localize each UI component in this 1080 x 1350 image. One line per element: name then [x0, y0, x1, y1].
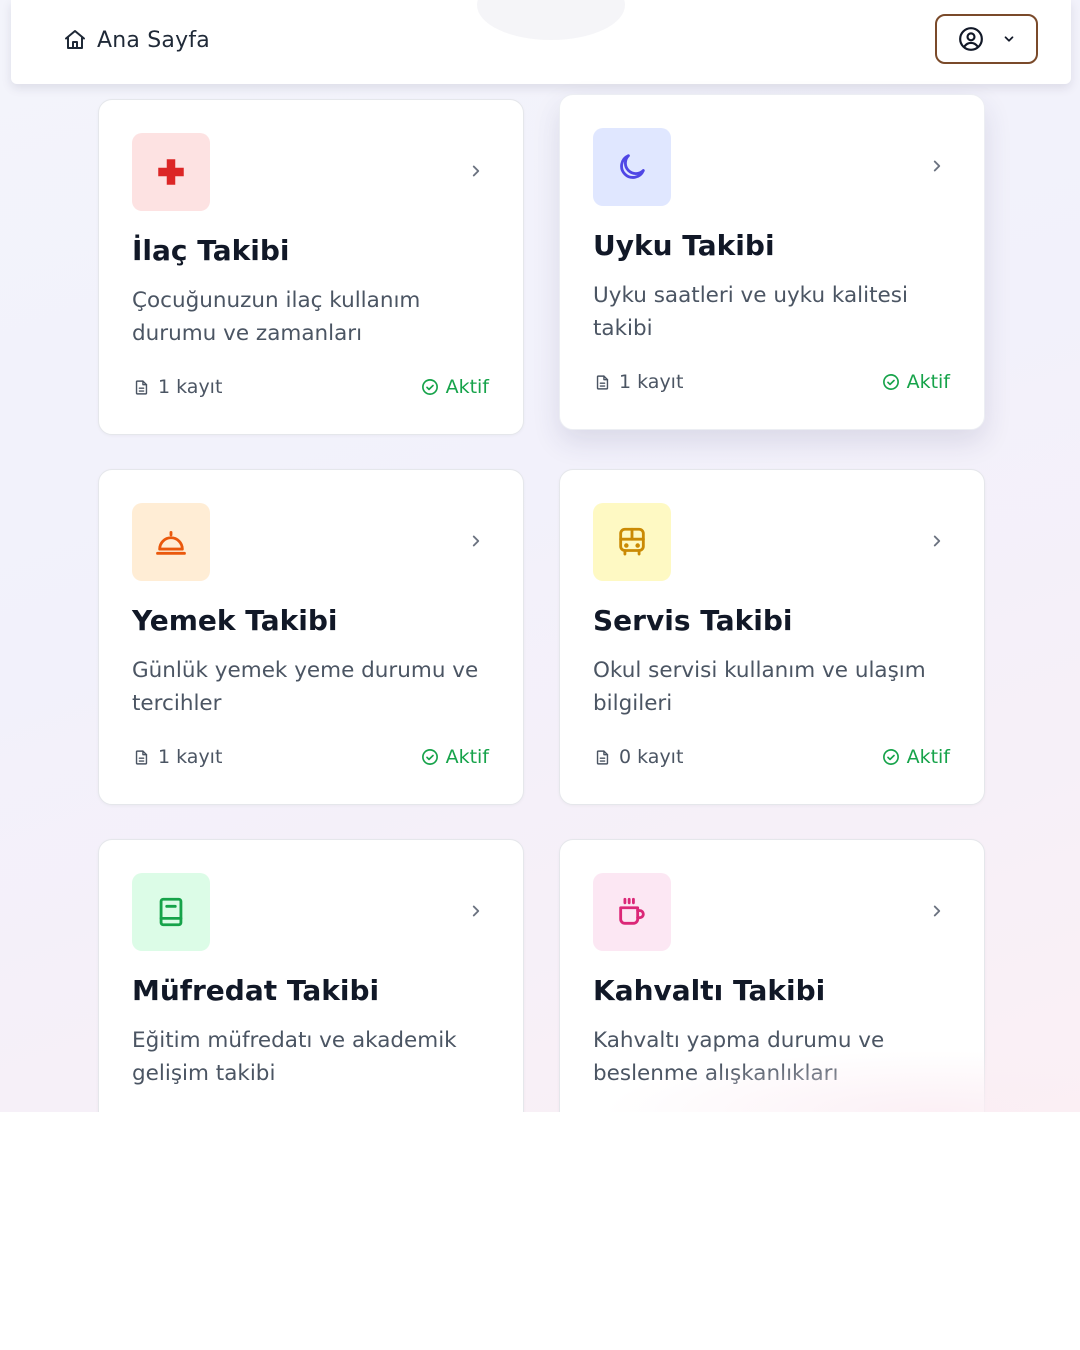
record-count: 1 kayıt	[133, 376, 222, 398]
card-description: Günlük yemek yeme durumu ve tercihler	[132, 658, 479, 716]
coffee-cup-icon	[619, 897, 645, 925]
status-label: Aktif	[445, 746, 489, 768]
header-decoration	[477, 0, 625, 40]
card-title: Kahvaltı Takibi	[593, 974, 826, 1007]
card-icon-box	[593, 873, 671, 951]
record-count-label: 1 kayıt	[158, 746, 223, 768]
card-icon-box	[132, 873, 210, 951]
card-footer: 1 kayıt Aktif	[133, 742, 489, 772]
card-title: Servis Takibi	[593, 604, 793, 637]
check-circle-icon	[421, 749, 438, 765]
card-icon-box	[132, 503, 210, 581]
home-label: Ana Sayfa	[97, 27, 210, 53]
card-footer: 0 kayıt Aktif	[594, 742, 950, 772]
check-circle-icon	[882, 374, 899, 390]
home-link[interactable]: Ana Sayfa	[63, 22, 210, 58]
status-label: Aktif	[445, 376, 489, 398]
moon-icon	[620, 154, 645, 179]
card-footer: 1 kayıt Aktif	[133, 372, 489, 402]
status-label: Aktif	[906, 371, 950, 393]
chevron-right-icon	[472, 905, 480, 917]
card-description: Eğitim müfredatı ve akademik gelişim tak…	[132, 1028, 457, 1086]
cloche-icon	[156, 530, 186, 555]
document-icon	[596, 749, 609, 765]
card-medication[interactable]: İlaç Takibi Çocuğunuzun ilaç kullanım du…	[98, 99, 524, 435]
document-icon	[596, 374, 609, 390]
card-title: Yemek Takibi	[132, 604, 338, 637]
card-description: Kahvaltı yapma durumu ve beslenme alışka…	[593, 1028, 885, 1086]
app-viewport: Ana Sayfa İlaç Takibi Çocuğunuzun ilaç k…	[0, 0, 1080, 1112]
card-icon-box	[593, 128, 671, 206]
chevron-right-icon	[933, 535, 941, 547]
record-count: 0 kayıt	[594, 746, 683, 768]
card-footer: 1 kayıt Aktif	[594, 367, 950, 397]
record-count: 1 kayıt	[594, 371, 683, 393]
status-badge: Aktif	[882, 371, 950, 393]
card-school-bus[interactable]: Servis Takibi Okul servisi kullanım ve u…	[559, 469, 985, 805]
status-badge: Aktif	[421, 376, 489, 398]
card-curriculum[interactable]: Müfredat Takibi Eğitim müfredatı ve akad…	[98, 839, 524, 1112]
card-breakfast[interactable]: Kahvaltı Takibi Kahvaltı yapma durumu ve…	[559, 839, 985, 1112]
card-sleep[interactable]: Uyku Takibi Uyku saatleri ve uyku kalite…	[559, 94, 985, 430]
medical-cross-icon	[158, 159, 184, 185]
status-label: Aktif	[906, 746, 950, 768]
chevron-right-icon	[472, 535, 480, 547]
record-count-label: 1 kayıt	[619, 371, 684, 393]
record-count-label: 0 kayıt	[619, 746, 684, 768]
bus-icon	[619, 527, 645, 556]
check-circle-icon	[882, 749, 899, 765]
status-badge: Aktif	[882, 746, 950, 768]
user-menu-button[interactable]	[935, 14, 1038, 64]
card-icon-box	[593, 503, 671, 581]
document-icon	[135, 749, 148, 765]
chevron-right-icon	[472, 165, 480, 177]
check-circle-icon	[421, 379, 438, 395]
card-description: Okul servisi kullanım ve ulaşım bilgiler…	[593, 658, 926, 716]
card-title: İlaç Takibi	[132, 234, 290, 267]
chevron-down-icon	[1004, 36, 1013, 42]
document-icon	[135, 379, 148, 395]
book-icon	[159, 897, 183, 927]
user-circle-icon	[958, 27, 983, 51]
card-description: Uyku saatleri ve uyku kalitesi takibi	[593, 283, 908, 341]
home-icon	[65, 30, 85, 49]
chevron-right-icon	[933, 905, 941, 917]
card-title: Uyku Takibi	[593, 229, 775, 262]
card-title: Müfredat Takibi	[132, 974, 380, 1007]
record-count-label: 1 kayıt	[158, 376, 223, 398]
chevron-right-icon	[933, 160, 941, 172]
card-icon-box	[132, 133, 210, 211]
card-description: Çocuğunuzun ilaç kullanım durumu ve zama…	[132, 288, 421, 346]
card-meal[interactable]: Yemek Takibi Günlük yemek yeme durumu ve…	[98, 469, 524, 805]
record-count: 1 kayıt	[133, 746, 222, 768]
status-badge: Aktif	[421, 746, 489, 768]
top-navbar: Ana Sayfa	[11, 0, 1071, 84]
